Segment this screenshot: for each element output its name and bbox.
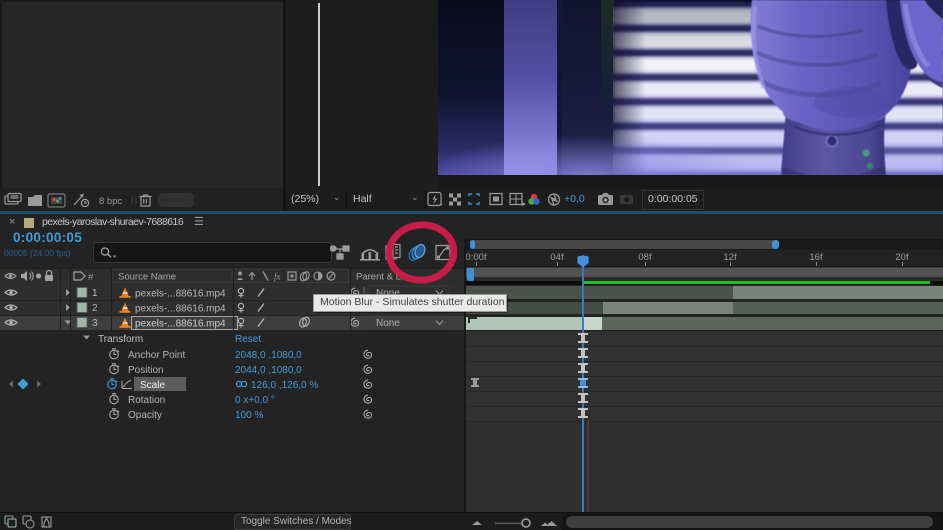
svg-text:Reset: Reset xyxy=(235,334,261,345)
svg-text:8 bpc: 8 bpc xyxy=(99,196,122,207)
svg-text:2: 2 xyxy=(92,303,98,314)
svg-text:0 x+0,0 °: 0 x+0,0 ° xyxy=(235,395,275,406)
svg-text:Anchor Point: Anchor Point xyxy=(128,350,185,361)
svg-text:2044,0 ,1080,0: 2044,0 ,1080,0 xyxy=(235,365,302,376)
svg-text:Position: Position xyxy=(128,365,164,376)
svg-text:1: 1 xyxy=(92,288,98,299)
svg-text:pexels-...88616.mp4: pexels-...88616.mp4 xyxy=(135,304,226,315)
svg-text:100 %: 100 % xyxy=(235,410,263,421)
svg-text:Scale: Scale xyxy=(140,380,165,391)
svg-text:2048,0 ,1080,0: 2048,0 ,1080,0 xyxy=(235,350,302,361)
svg-text:Parent & Lin: Parent & Lin xyxy=(356,272,408,283)
svg-text:pexels-...88616.mp4: pexels-...88616.mp4 xyxy=(135,319,226,330)
svg-text:fx: fx xyxy=(274,272,281,282)
svg-text:None: None xyxy=(376,318,400,329)
svg-text:Rotation: Rotation xyxy=(128,395,165,406)
svg-text:Opacity: Opacity xyxy=(128,410,162,421)
svg-text:Source Name: Source Name xyxy=(118,272,176,283)
svg-text:#: # xyxy=(88,272,94,283)
svg-text:126,0 ,126,0 %: 126,0 ,126,0 % xyxy=(251,380,318,391)
svg-text:Transform: Transform xyxy=(98,334,143,345)
svg-text:3: 3 xyxy=(92,318,98,329)
svg-text:pexels-...88616.mp4: pexels-...88616.mp4 xyxy=(135,289,226,300)
